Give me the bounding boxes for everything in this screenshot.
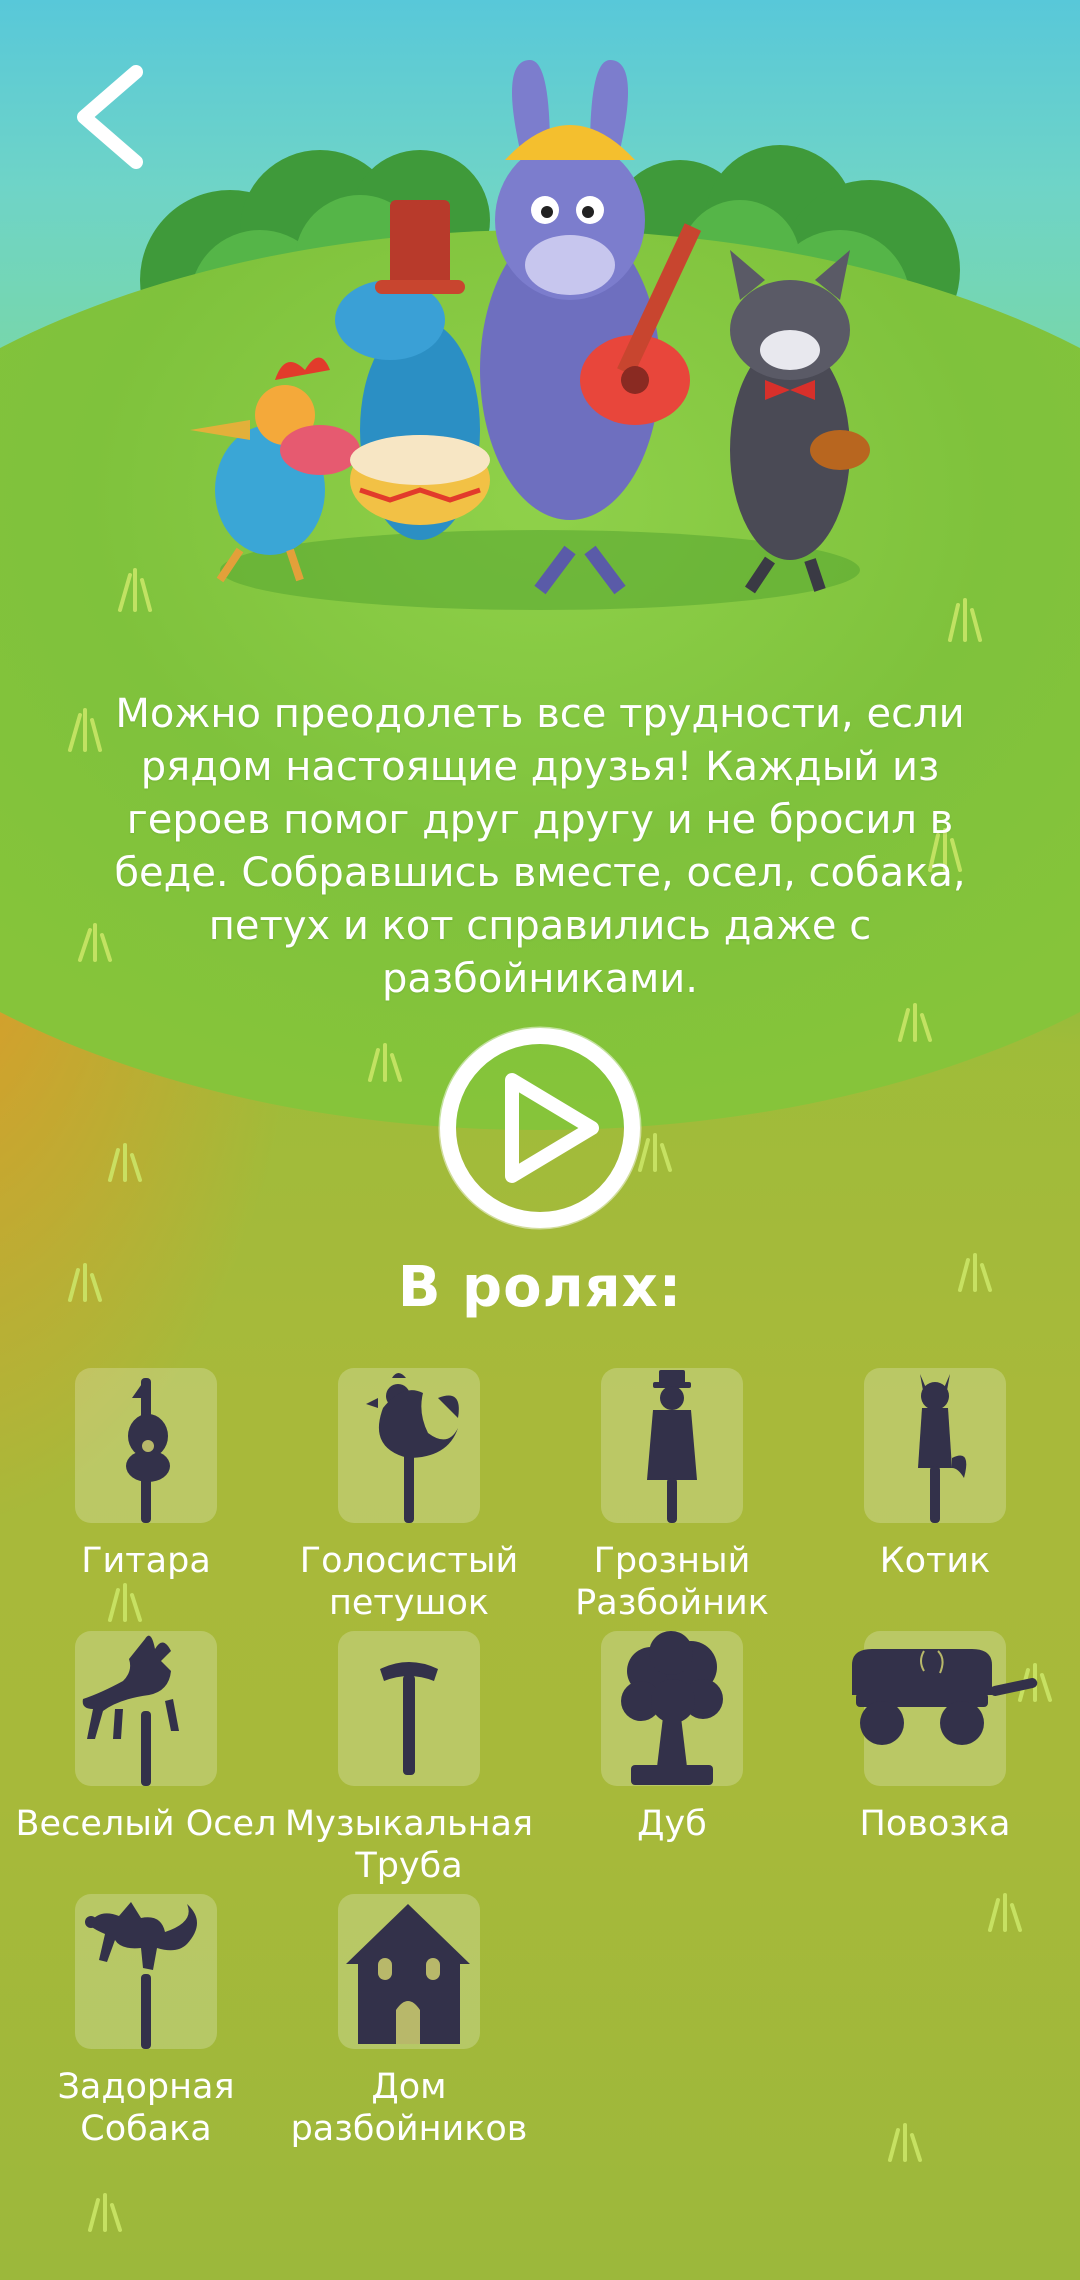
cast-label: Веселый Осел bbox=[15, 1804, 277, 1844]
rooster-icon bbox=[366, 1373, 459, 1523]
guitar-icon bbox=[126, 1378, 170, 1523]
story-description: Можно преодолеть все трудности, если ряд… bbox=[114, 691, 966, 1002]
donkey-icon bbox=[82, 1635, 179, 1786]
house-icon bbox=[346, 1904, 470, 2044]
trumpet-icon bbox=[380, 1662, 438, 1775]
play-button[interactable] bbox=[430, 1018, 650, 1238]
cat-icon bbox=[918, 1374, 967, 1523]
cast-label: Голосистый петушок bbox=[299, 1541, 519, 1623]
cast-section-title: В ролях: bbox=[397, 1255, 683, 1320]
cast-label: Гитара bbox=[81, 1541, 211, 1581]
oak-icon bbox=[621, 1631, 723, 1785]
cast-label: Повозка bbox=[859, 1804, 1011, 1844]
cast-label: Музыкальная Труба bbox=[284, 1804, 534, 1886]
cast-label: Котик bbox=[879, 1541, 991, 1581]
cast-label: Грозный Разбойник bbox=[575, 1541, 769, 1623]
cast-label: Задорная Собака bbox=[57, 2067, 235, 2149]
cart-icon bbox=[852, 1649, 1038, 1745]
cast-label: Дом разбойников bbox=[290, 2067, 528, 2149]
dog-icon bbox=[85, 1902, 197, 2049]
robber-icon bbox=[647, 1370, 697, 1523]
play-icon bbox=[505, 1073, 599, 1183]
cast-label: Дуб bbox=[637, 1804, 707, 1844]
app-screen: Можно преодолеть все трудности, если ряд… bbox=[0, 0, 1080, 2280]
